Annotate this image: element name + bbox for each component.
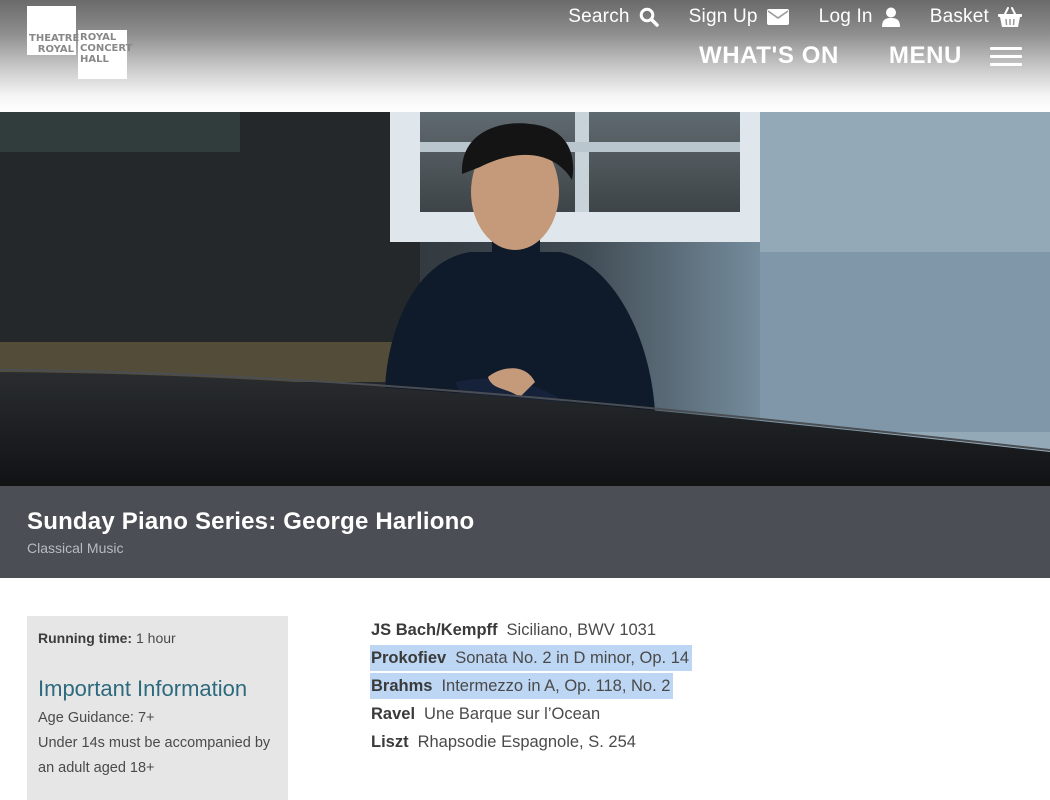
- programme-item: Liszt Rhapsodie Espagnole, S. 254: [370, 728, 770, 756]
- piece-title: Intermezzo in A, Op. 118, No. 2: [441, 676, 671, 695]
- logo-text-left: THEATRE ROYAL: [29, 33, 80, 55]
- composer-name: JS Bach/Kempff: [371, 620, 498, 639]
- composer-name: Brahms: [371, 676, 433, 695]
- hamburger-menu-icon[interactable]: [990, 45, 1022, 67]
- menu-link[interactable]: MENU: [889, 42, 962, 70]
- age-guidance: Age Guidance: 7+: [38, 710, 155, 726]
- important-info-heading: Important Information: [38, 676, 248, 701]
- composer-name: Prokofiev: [371, 648, 447, 667]
- composer-name: Ravel: [371, 704, 416, 723]
- event-genre: Classical Music: [27, 540, 124, 556]
- whats-on-link[interactable]: WHAT'S ON: [699, 42, 839, 70]
- search-label: Search: [568, 6, 630, 27]
- programme-item: Prokofiev Sonata No. 2 in D minor, Op. 14: [370, 644, 770, 672]
- running-time: Running time: 1 hour: [38, 630, 277, 646]
- programme-item: Ravel Une Barque sur l’Ocean: [370, 700, 770, 728]
- theatre-royal-logo[interactable]: THEATRE ROYAL ROYAL CONCERT HALL: [27, 6, 133, 79]
- accompaniment-note-line-2: an adult aged 18+: [38, 760, 155, 776]
- basket-label: Basket: [929, 6, 989, 27]
- piece-title: Sonata No. 2 in D minor, Op. 14: [455, 648, 690, 667]
- event-title-bar: Sunday Piano Series: George Harliono Cla…: [0, 486, 1050, 578]
- sign-up-label: Sign Up: [688, 6, 758, 27]
- user-icon: [881, 7, 900, 27]
- envelope-icon: [766, 9, 789, 25]
- sign-up-link[interactable]: Sign Up: [689, 6, 789, 28]
- accompaniment-note-line-1: Under 14s must be accompanied by: [38, 735, 271, 751]
- pianist-photo: [0, 112, 1050, 486]
- logo-text-right: ROYAL CONCERT HALL: [80, 32, 133, 65]
- hero-image: [0, 112, 1050, 486]
- log-in-label: Log In: [818, 6, 873, 27]
- utility-nav: Search Sign Up Log In Basket: [538, 4, 1022, 30]
- site-header: THEATRE ROYAL ROYAL CONCERT HALL Search Sig…: [0, 0, 1050, 112]
- programme-item: Brahms Intermezzo in A, Op. 118, No. 2: [370, 672, 770, 700]
- basket-link[interactable]: Basket: [930, 6, 1022, 28]
- event-info-box: Running time: 1 hour Important Informati…: [27, 616, 288, 800]
- running-time-value: 1 hour: [136, 630, 176, 646]
- running-time-label: Running time:: [38, 630, 133, 646]
- basket-icon: [998, 7, 1022, 27]
- log-in-link[interactable]: Log In: [819, 6, 900, 28]
- piece-title: Une Barque sur l’Ocean: [424, 704, 601, 723]
- composer-name: Liszt: [371, 732, 409, 751]
- piece-title: Rhapsodie Espagnole, S. 254: [417, 732, 636, 751]
- piece-title: Siciliano, BWV 1031: [506, 620, 657, 639]
- programme-list: JS Bach/Kempff Siciliano, BWV 1031 Prokof…: [370, 616, 770, 756]
- event-title: Sunday Piano Series: George Harliono: [27, 508, 475, 535]
- main-nav: WHAT'S ON MENU: [699, 40, 1022, 72]
- search-link[interactable]: Search: [568, 6, 659, 28]
- search-icon: [639, 7, 659, 27]
- programme-item: JS Bach/Kempff Siciliano, BWV 1031: [370, 616, 770, 644]
